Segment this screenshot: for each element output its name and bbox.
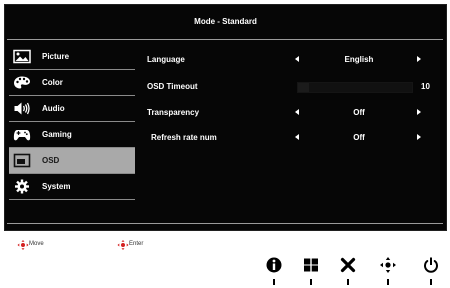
gear-icon [15, 179, 29, 194]
sidebar-item-osd[interactable]: OSD [9, 148, 135, 174]
sidebar-item-label: System [42, 182, 71, 191]
header-divider [7, 39, 443, 40]
speaker-icon [14, 102, 30, 115]
transparency-label: Transparency [147, 108, 200, 117]
enter-hint-label: Enter [129, 241, 144, 247]
button-marker [347, 279, 349, 285]
button-marker [310, 279, 312, 285]
language-row[interactable]: Language English [147, 51, 437, 69]
arrow-right-icon[interactable] [417, 134, 421, 140]
dpad-enter-icon [117, 240, 129, 250]
transparency-value: Off [353, 108, 365, 117]
sidebar-item-system[interactable]: System [9, 174, 135, 200]
close-icon[interactable] [339, 256, 357, 274]
sidebar-item-label: Picture [42, 52, 70, 61]
navigate-icon[interactable] [379, 256, 397, 274]
footer-divider [7, 223, 443, 224]
info-icon[interactable] [265, 256, 283, 274]
sidebar: Picture Color Audio Gaming OSD System [9, 44, 135, 200]
color-palette-icon [14, 76, 30, 89]
osd-timeout-value: 10 [421, 82, 430, 91]
transparency-row[interactable]: Transparency Off [147, 104, 437, 122]
slider-fill [298, 83, 310, 92]
arrow-right-icon[interactable] [417, 109, 421, 115]
sidebar-item-audio[interactable]: Audio [9, 96, 135, 122]
sidebar-item-label: Color [42, 78, 63, 87]
grid-icon[interactable] [302, 256, 320, 274]
osd-icon [13, 153, 31, 168]
sidebar-item-label: OSD [42, 156, 60, 165]
language-label: Language [147, 55, 185, 64]
language-value: English [344, 55, 374, 64]
button-marker [273, 279, 275, 285]
refresh-rate-num-label: Refresh rate num [151, 133, 217, 142]
sidebar-item-gaming[interactable]: Gaming [9, 122, 135, 148]
sidebar-item-label: Audio [42, 104, 65, 113]
button-marker [430, 279, 432, 285]
sidebar-item-color[interactable]: Color [9, 70, 135, 96]
refresh-rate-num-row[interactable]: Refresh rate num Off [147, 129, 437, 147]
move-hint-label: Move [29, 241, 44, 247]
refresh-rate-num-value: Off [353, 133, 365, 142]
picture-icon [13, 49, 31, 64]
osd-timeout-slider[interactable] [297, 82, 413, 93]
sidebar-item-label: Gaming [42, 130, 72, 139]
mode-title: Mode - Standard [194, 17, 257, 26]
power-icon[interactable] [422, 256, 440, 274]
osd-timeout-row[interactable]: OSD Timeout 10 [147, 78, 437, 96]
gamepad-icon [13, 130, 31, 141]
arrow-right-icon[interactable] [417, 56, 421, 62]
osd-panel: Mode - Standard Picture Color Audio Gami… [4, 4, 447, 231]
sidebar-item-picture[interactable]: Picture [9, 44, 135, 70]
osd-timeout-label: OSD Timeout [147, 82, 198, 91]
button-marker [387, 279, 389, 285]
dpad-move-icon [17, 240, 29, 250]
